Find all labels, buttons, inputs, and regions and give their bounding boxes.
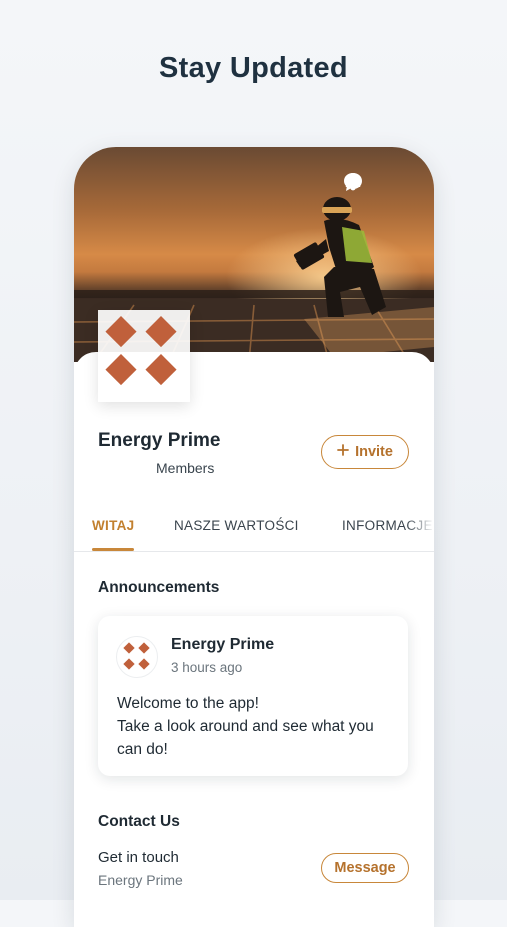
invite-button[interactable]: Invite [321,435,409,469]
contact-get-in-touch: Get in touch [98,849,179,866]
bell-icon[interactable] [345,171,408,193]
invite-label: Invite [355,444,393,460]
post-body-line: Welcome to the app! [117,695,259,712]
tab-nasze-wartosci[interactable]: NASZE WARTOŚCI [174,518,299,533]
tab-scroll-fade [406,499,434,549]
post-timestamp: 3 hours ago [171,660,243,675]
plus-icon [337,444,349,460]
active-tab-indicator [92,548,134,551]
contact-company: Energy Prime [98,872,183,888]
group-logo [98,310,190,402]
tab-witaj[interactable]: WITAJ [92,518,135,533]
members-link[interactable]: Members [156,460,214,476]
contact-title: Contact Us [98,813,180,830]
diamond-logo-icon [123,642,150,670]
page-headline: Stay Updated [159,52,348,84]
message-button[interactable]: Message [321,853,409,883]
phone-frame: Energy Prime Members Invite WITAJ NASZE … [74,147,434,927]
post-author-avatar [116,636,158,678]
post-body: Welcome to the app! Take a look around a… [117,692,397,761]
group-name: Energy Prime [98,430,221,451]
post-body-line: Take a look around and see what you can … [117,718,374,758]
diamond-logo-icon [105,316,177,386]
tab-bar: WITAJ NASZE WARTOŚCI INFORMACJE [74,499,434,552]
announcements-title: Announcements [98,579,220,596]
announcement-post[interactable]: Energy Prime 3 hours ago Welcome to the … [98,616,408,776]
post-author-name: Energy Prime [171,636,275,653]
